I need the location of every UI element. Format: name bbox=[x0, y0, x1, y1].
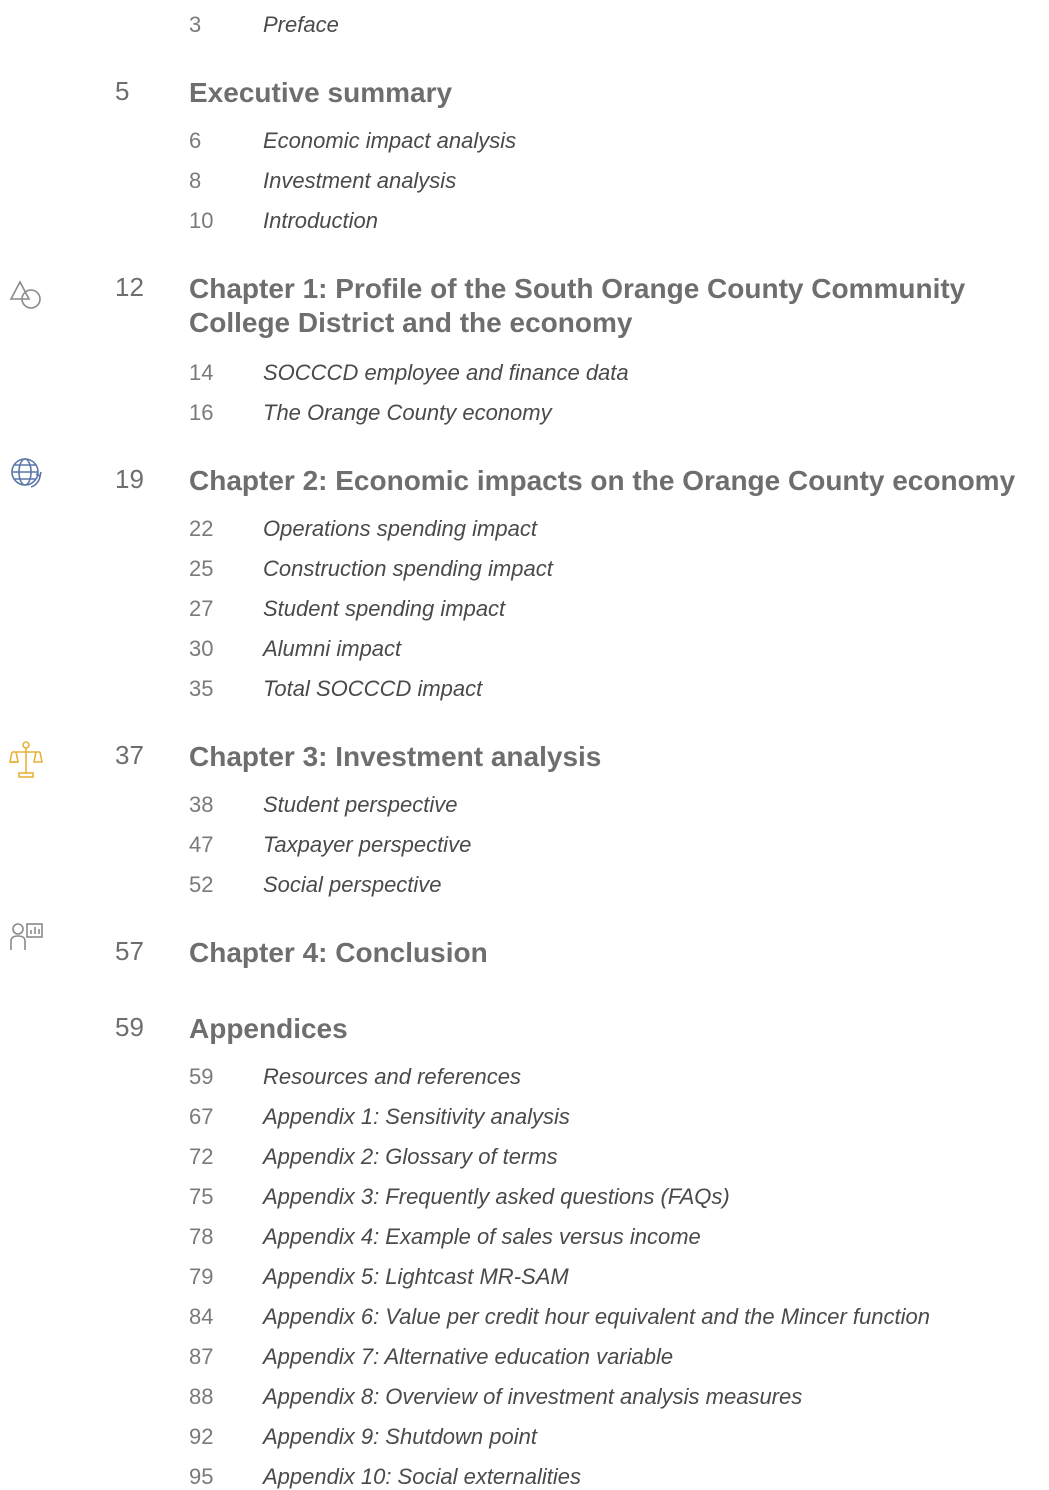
toc-section-title: Chapter 1: Profile of the South Orange C… bbox=[189, 273, 966, 338]
toc-entry-title: Taxpayer perspective bbox=[263, 832, 472, 857]
toc-entry-title: Operations spending impact bbox=[263, 516, 537, 541]
toc-entry-title: Appendix 2: Glossary of terms bbox=[263, 1144, 558, 1169]
toc-page-number: 6 bbox=[189, 128, 202, 153]
toc-entry-title: Investment analysis bbox=[263, 168, 457, 193]
globe-icon bbox=[9, 456, 43, 490]
toc-section-title: Appendices bbox=[189, 1013, 348, 1044]
toc-page-number: 75 bbox=[189, 1184, 214, 1209]
toc-entry-title: Introduction bbox=[263, 208, 378, 233]
toc-entry-title: Appendix 1: Sensitivity analysis bbox=[263, 1104, 570, 1129]
toc-page-number: 59 bbox=[189, 1064, 214, 1089]
toc-page-number: 57 bbox=[115, 936, 144, 966]
toc-section-title: Chapter 4: Conclusion bbox=[189, 937, 488, 968]
toc-entry-title: Appendix 6: Value per credit hour equiva… bbox=[263, 1304, 930, 1329]
toc-page-number: 95 bbox=[189, 1464, 214, 1489]
toc-entry-title: Appendix 9: Shutdown point bbox=[263, 1424, 537, 1449]
toc-entry-title: Appendix 7: Alternative education variab… bbox=[263, 1344, 674, 1369]
toc-page-number: 87 bbox=[189, 1344, 214, 1369]
toc-page-number: 22 bbox=[189, 516, 214, 541]
toc-page-number: 3 bbox=[189, 12, 202, 37]
toc-page-number: 35 bbox=[189, 676, 214, 701]
toc-entry-title: Economic impact analysis bbox=[263, 128, 517, 153]
toc-entry-title: Alumni impact bbox=[263, 636, 402, 661]
toc-page-number: 72 bbox=[189, 1144, 214, 1169]
toc-page-number: 19 bbox=[115, 464, 144, 494]
toc-page-number: 59 bbox=[115, 1012, 144, 1042]
toc-section-title: Chapter 3: Investment analysis bbox=[189, 741, 602, 772]
toc-page-number: 25 bbox=[189, 556, 214, 581]
toc-entry-title: Preface bbox=[263, 12, 339, 37]
toc-entry-title: The Orange County economy bbox=[263, 400, 552, 425]
toc-page-number: 88 bbox=[189, 1384, 214, 1409]
toc-page-number: 37 bbox=[115, 740, 144, 770]
toc-page-number: 16 bbox=[189, 400, 214, 425]
toc-entry-title: Appendix 8: Overview of investment analy… bbox=[263, 1384, 803, 1409]
toc-page-number: 30 bbox=[189, 636, 214, 661]
toc-page-number: 38 bbox=[189, 792, 214, 817]
toc-page-number: 27 bbox=[189, 596, 214, 621]
toc-entry-title: Student spending impact bbox=[263, 596, 506, 621]
toc-entry-title: Appendix 4: Example of sales versus inco… bbox=[263, 1224, 701, 1249]
person-chart-icon bbox=[10, 922, 44, 956]
toc-section-title: Chapter 2: Economic impacts on the Orang… bbox=[189, 465, 1016, 496]
toc-page-number: 79 bbox=[189, 1264, 214, 1289]
toc-entry-title: Student perspective bbox=[263, 792, 458, 817]
toc-page-number: 12 bbox=[115, 272, 144, 302]
toc-entry-title: Appendix 5: Lightcast MR-SAM bbox=[263, 1264, 569, 1289]
toc-entry-title: Construction spending impact bbox=[263, 556, 553, 581]
toc-page-number: 14 bbox=[189, 360, 214, 385]
toc-entry-title: Appendix 10: Social externalities bbox=[263, 1464, 581, 1489]
toc-entry-title: Total SOCCCD impact bbox=[263, 676, 483, 701]
shapes-icon bbox=[8, 276, 42, 310]
toc-page-number: 92 bbox=[189, 1424, 214, 1449]
toc-page-number: 67 bbox=[189, 1104, 214, 1129]
toc-page-number: 10 bbox=[189, 208, 214, 233]
toc-entry-title: Resources and references bbox=[263, 1064, 522, 1089]
toc-entry-title: Appendix 3: Frequently asked questions (… bbox=[263, 1184, 730, 1209]
toc-page-number: 78 bbox=[189, 1224, 214, 1249]
toc-entry-title: SOCCCD employee and finance data bbox=[263, 360, 629, 385]
toc-section-title: Executive summary bbox=[189, 77, 453, 108]
toc-page-number: 52 bbox=[189, 872, 214, 897]
scales-icon bbox=[9, 740, 43, 780]
toc-page-number: 8 bbox=[189, 168, 202, 193]
toc-page-number: 5 bbox=[115, 76, 130, 106]
toc-page-number: 84 bbox=[189, 1304, 214, 1329]
toc-entry-title: Social perspective bbox=[263, 872, 442, 897]
toc-page-number: 47 bbox=[189, 832, 214, 857]
